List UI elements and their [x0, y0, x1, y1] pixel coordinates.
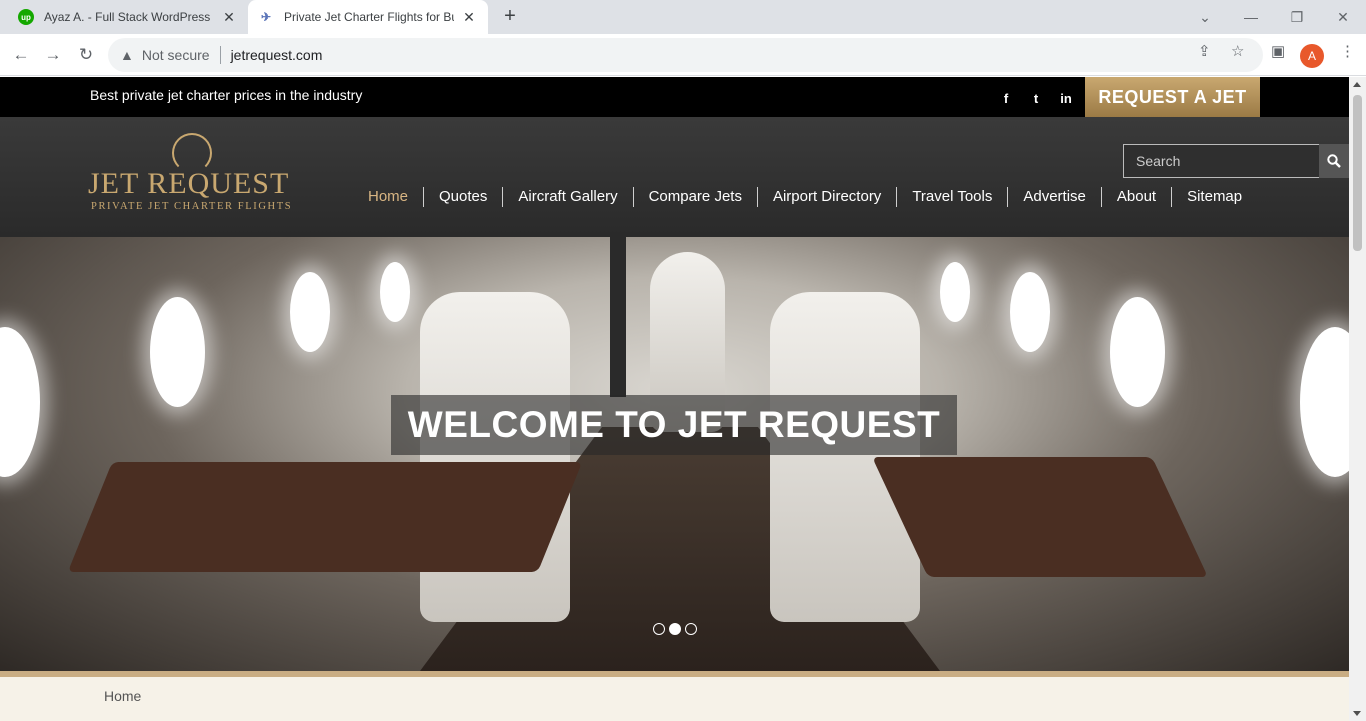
address-bar[interactable]: ▲ Not secure jetrequest.com [108, 38, 1263, 72]
cabin-table [872, 457, 1208, 577]
nav-item-advertise[interactable]: Advertise [1007, 187, 1101, 207]
linkedin-icon[interactable]: in [1056, 89, 1076, 107]
logo-subtitle: PRIVATE JET CHARTER FLIGHTS [91, 201, 293, 212]
cabin-window [0, 327, 40, 477]
tab-search-icon[interactable]: ⌄ [1182, 0, 1228, 34]
cabin-window [150, 297, 205, 407]
slider-dot-active[interactable] [669, 623, 681, 635]
url-text: jetrequest.com [230, 47, 323, 63]
tab-title: Private Jet Charter Flights for Bus [284, 10, 454, 24]
search-input[interactable]: Search [1123, 144, 1320, 178]
restore-icon[interactable]: ❐ [1274, 0, 1320, 34]
security-label: Not secure [141, 47, 210, 63]
web-page: Best private jet charter prices in the i… [0, 77, 1349, 721]
close-tab-icon[interactable]: ✕ [460, 9, 478, 26]
cabin-window [940, 262, 970, 322]
site-logo[interactable]: JET REQUEST PRIVATE JET CHARTER FLIGHTS [88, 131, 294, 215]
slider-dot[interactable] [653, 623, 665, 635]
slider-dots [653, 623, 697, 635]
twitter-icon[interactable]: t [1026, 89, 1046, 107]
upwork-icon: up [18, 9, 34, 25]
cabin-partition [610, 237, 626, 397]
hero-slider: WELCOME TO JET REQUEST [0, 237, 1349, 671]
cabin-window [1300, 327, 1349, 477]
hero-headline: WELCOME TO JET REQUEST [391, 395, 957, 455]
slider-dot[interactable] [685, 623, 697, 635]
jet-icon: ✈ [260, 10, 272, 24]
cabin-window [380, 262, 410, 322]
profile-avatar[interactable]: A [1300, 44, 1324, 68]
side-panel-icon[interactable]: ▣ [1271, 34, 1285, 68]
nav-item-compare-jets[interactable]: Compare Jets [632, 187, 757, 207]
nav-item-quotes[interactable]: Quotes [423, 187, 502, 207]
breadcrumb-home[interactable]: Home [104, 688, 141, 704]
breadcrumb-bar: Home [0, 677, 1349, 721]
browser-tab-bar: up Ayaz A. - Full Stack WordPress De ✕ ✈… [0, 0, 1366, 34]
cabin-seat [420, 292, 570, 622]
nav-item-airport-directory[interactable]: Airport Directory [756, 187, 896, 207]
top-strip: Best private jet charter prices in the i… [0, 77, 1349, 117]
bookmark-star-icon[interactable]: ☆ [1231, 34, 1244, 68]
share-icon[interactable]: ⇪ [1198, 34, 1211, 68]
reload-icon[interactable]: ↻ [73, 42, 99, 68]
nav-item-travel-tools[interactable]: Travel Tools [896, 187, 1007, 207]
browser-toolbar: ← → ↻ ▲ Not secure jetrequest.com ⇪ ☆ ▣ … [0, 34, 1366, 76]
tagline: Best private jet charter prices in the i… [90, 87, 363, 103]
close-window-icon[interactable]: ✕ [1320, 0, 1366, 34]
new-tab-button[interactable]: + [498, 5, 522, 29]
scroll-up-icon[interactable] [1353, 82, 1361, 87]
divider [219, 46, 221, 64]
minimize-icon[interactable]: — [1228, 0, 1274, 34]
nav-item-sitemap[interactable]: Sitemap [1171, 187, 1257, 207]
request-a-jet-button[interactable]: REQUEST A JET [1085, 77, 1260, 117]
warning-icon[interactable]: ▲ [120, 47, 134, 63]
forward-icon[interactable]: → [40, 42, 66, 68]
close-tab-icon[interactable]: ✕ [220, 9, 238, 26]
scroll-down-icon[interactable] [1353, 711, 1361, 716]
browser-tab-1[interactable]: up Ayaz A. - Full Stack WordPress De ✕ [8, 0, 248, 34]
tab-title: Ayaz A. - Full Stack WordPress De [44, 10, 214, 24]
back-icon[interactable]: ← [8, 42, 34, 68]
browser-tab-2[interactable]: ✈ Private Jet Charter Flights for Bus ✕ [248, 0, 488, 34]
facebook-icon[interactable]: f [996, 89, 1016, 107]
cabin-window [1110, 297, 1165, 407]
menu-icon[interactable]: ⋮ [1340, 34, 1355, 68]
cabin-window [290, 272, 330, 352]
nav-item-home[interactable]: Home [358, 187, 423, 207]
logo-wordmark: JET REQUEST [88, 167, 290, 200]
site-header: JET REQUEST PRIVATE JET CHARTER FLIGHTS … [0, 117, 1349, 237]
main-nav: Home Quotes Aircraft Gallery Compare Jet… [358, 187, 1257, 207]
nav-item-aircraft-gallery[interactable]: Aircraft Gallery [502, 187, 632, 207]
cabin-window [1010, 272, 1050, 352]
cabin-table [67, 462, 583, 572]
search-icon[interactable] [1319, 144, 1349, 178]
nav-item-about[interactable]: About [1100, 187, 1171, 207]
page-scrollbar[interactable] [1349, 77, 1366, 721]
scroll-thumb[interactable] [1353, 95, 1362, 251]
